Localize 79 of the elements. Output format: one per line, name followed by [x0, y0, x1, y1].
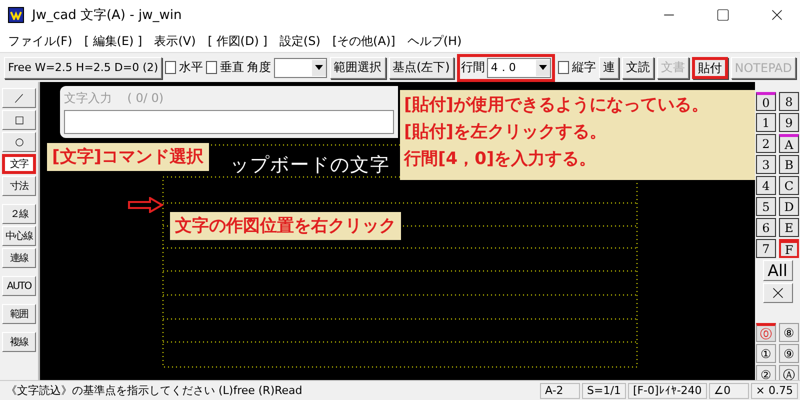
layer-button[interactable]: ①	[756, 344, 776, 363]
base-point-button[interactable]: 基点(左下)	[388, 56, 454, 78]
app-logo-icon	[8, 7, 24, 23]
menu-item[interactable]: [ 作図(D) ]	[204, 32, 276, 50]
tool-button[interactable]: 中心線	[2, 226, 36, 246]
tool-button[interactable]: 連線	[2, 248, 36, 268]
text-mode-button[interactable]: Free W=2.5 H=2.5 D=0 (2)	[4, 56, 162, 78]
all-button[interactable]: All	[762, 260, 792, 281]
layer-button[interactable]: ⑧	[779, 323, 799, 342]
layer-group-button[interactable]: 8	[779, 92, 799, 111]
dialog-title: 文字入力 ( 0/ 0)	[64, 91, 164, 105]
caret-icon	[314, 65, 322, 70]
maximize-icon[interactable]	[716, 8, 730, 22]
status-field: [F-0]ﾚｲﾔ-240	[628, 382, 707, 398]
tool-button[interactable]: 複線	[2, 332, 36, 352]
clipboard-text: ップボードの文字	[230, 154, 390, 176]
drawing-canvas[interactable]: 文字入力 ( 0/ 0) [貼付]が使用できるようになっている。 [貼付]を左クリックする。 [文字]コマンド選択 ップボードの文字 行間[4，0]を入力する。 文字の作図位置を右クリック	[40, 82, 755, 380]
line-spacing-label: 行間	[460, 59, 485, 76]
layer-button[interactable]: Ⓐ	[779, 365, 799, 380]
layer-group-button[interactable]: B	[779, 155, 799, 174]
layer-group-button[interactable]: A	[779, 134, 799, 153]
toolbar-button[interactable]: 連	[598, 56, 619, 78]
range-select-button[interactable]: 範囲選択	[330, 56, 386, 78]
caret-icon	[538, 65, 547, 70]
layer-group-button[interactable]: 7	[756, 239, 776, 258]
layer-group-button[interactable]: 4	[756, 176, 776, 195]
layer-group-button[interactable]: 5	[756, 197, 776, 216]
status-field: S=1/1	[582, 382, 626, 398]
toolbar-button[interactable]: 文読	[622, 56, 654, 78]
checkbox-label: 垂直	[220, 59, 244, 76]
clear-button[interactable]	[762, 283, 792, 303]
tool-button[interactable]: ２線	[2, 204, 36, 224]
angle-dropdown[interactable]	[274, 58, 326, 78]
layer-group-button[interactable]: F	[779, 239, 799, 258]
instruction-text: 行間[4，0]を入力する。	[404, 148, 596, 171]
instruction-text: [貼付]が使用できるようになっている。	[404, 94, 709, 117]
layer-group-button[interactable]: D	[779, 197, 799, 216]
annotation-callout: 文字の作図位置を右クリック	[170, 212, 401, 240]
layer-group-button[interactable]: 6	[756, 218, 776, 237]
layer-group-button[interactable]: 2	[756, 134, 776, 153]
toolbar-button[interactable]: 貼付	[692, 56, 728, 78]
layer-button[interactable]: ②	[756, 365, 776, 380]
annotation-callout: [文字]コマンド選択	[47, 143, 209, 171]
menu-item[interactable]: 設定(S)	[275, 32, 328, 50]
layer-group-button[interactable]: C	[779, 176, 799, 195]
menu-item[interactable]: [その他(A)]	[328, 32, 404, 50]
menu-item[interactable]: ヘルプ(H)	[403, 32, 470, 50]
tool-button[interactable]: 文字	[2, 154, 36, 174]
arrow-icon	[128, 197, 164, 213]
text-input-field[interactable]	[64, 110, 394, 134]
window-title: Jw_cad 文字(A) - jw_win	[32, 7, 183, 24]
status-field: A-2	[540, 382, 580, 398]
layer-group-button[interactable]: 9	[779, 113, 799, 132]
status-field: × 0.75	[750, 382, 798, 398]
tool-button[interactable]: ／	[2, 88, 36, 108]
layer-button[interactable]: ⑨	[779, 344, 799, 363]
layer-group-button[interactable]: 0	[756, 92, 776, 111]
checkbox[interactable]	[558, 61, 569, 74]
checkbox[interactable]	[206, 61, 217, 74]
tool-button[interactable]: □	[2, 110, 36, 130]
layer-button[interactable]: ⓪	[756, 323, 776, 342]
menu-item[interactable]: [ 編集(E) ]	[80, 32, 150, 50]
tool-button[interactable]: 寸法	[2, 176, 36, 196]
layer-group-button[interactable]: 1	[756, 113, 776, 132]
layer-group-button[interactable]: 3	[756, 155, 776, 174]
tool-button[interactable]: 範囲	[2, 304, 36, 324]
checkbox[interactable]	[165, 61, 176, 74]
instruction-text: [貼付]を左クリックする。	[404, 121, 607, 144]
checkbox-label: 縦字	[572, 59, 596, 76]
checkbox-label: 水平	[179, 59, 204, 76]
line-spacing-dropdown[interactable]: 4．0	[486, 58, 551, 78]
tool-button[interactable]: AUTO	[2, 276, 36, 296]
tool-button[interactable]: ○	[2, 132, 36, 152]
status-field: ∠0	[708, 382, 749, 398]
layer-group-button[interactable]: E	[779, 218, 799, 237]
angle-label: 角度	[246, 59, 271, 76]
menu-item[interactable]: 表示(V)	[150, 32, 204, 50]
status-message: 《文字読込》の基準点を指示してください (L)free (R)Read	[5, 383, 304, 398]
menu-item[interactable]: ファイル(F)	[4, 32, 80, 50]
